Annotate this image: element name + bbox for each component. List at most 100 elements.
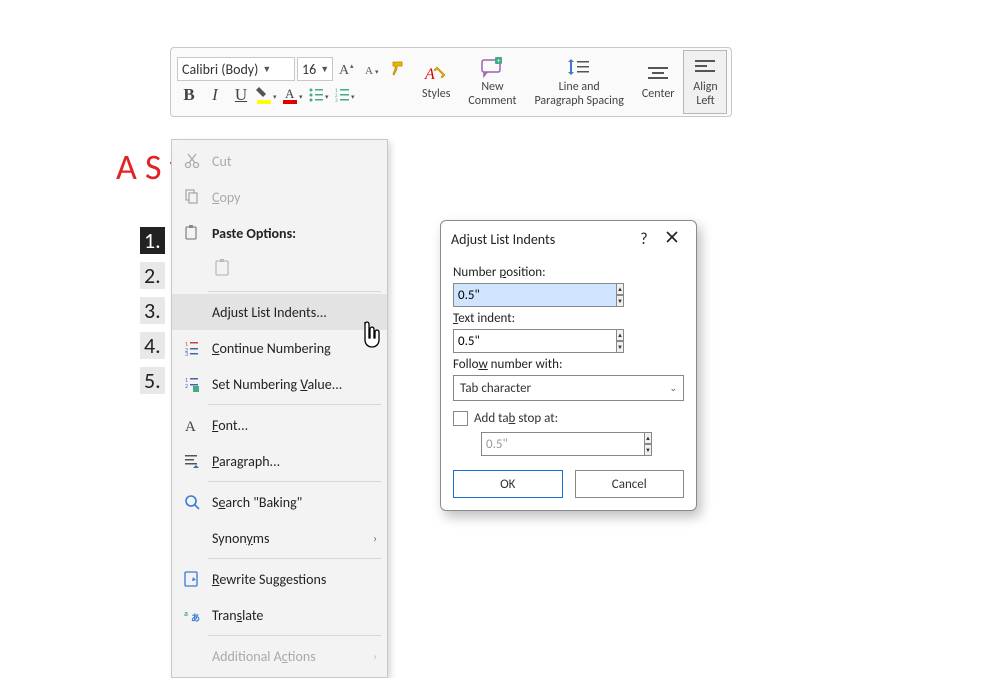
text-indent-label: Text indent: (453, 311, 684, 326)
svg-text:あ: あ (191, 613, 200, 624)
svg-text:A: A (285, 86, 295, 101)
ctx-search[interactable]: Search "Baking" (172, 484, 387, 520)
ctx-copy[interactable]: Copy (172, 179, 387, 215)
svg-text:a: a (184, 609, 188, 619)
italic-icon[interactable]: I (203, 83, 227, 107)
ctx-continue-label: Continue Numbering (212, 340, 331, 357)
context-menu: Cut Copy Paste Options: Adjust List Inde… (171, 139, 388, 678)
align-center-icon (645, 63, 671, 85)
numbering-icon[interactable]: 123▾ (333, 83, 357, 107)
add-tab-stop-checkbox[interactable]: Add tab stop at: (453, 411, 684, 426)
svg-text:▾: ▾ (375, 67, 379, 76)
follow-number-value: Tab character (460, 381, 531, 396)
new-comment-button[interactable]: + New Comment (459, 50, 525, 114)
cancel-button[interactable]: Cancel (575, 470, 685, 498)
bullets-icon[interactable]: ▾ (307, 83, 331, 107)
set-numbering-icon: 12 (178, 372, 206, 396)
ok-button[interactable]: OK (453, 470, 563, 498)
ctx-set-numbering[interactable]: 12 Set Numbering Value... (172, 366, 387, 402)
font-size-select[interactable]: 16 ▼ (297, 57, 333, 81)
format-painter-icon[interactable] (387, 57, 411, 81)
dialog-help-button[interactable]: ? (630, 230, 658, 249)
increase-font-icon[interactable]: A▴ (335, 57, 359, 81)
rewrite-icon (178, 567, 206, 591)
styles-icon: A (423, 63, 449, 85)
scissors-icon (178, 149, 206, 173)
chevron-right-icon: › (373, 650, 377, 663)
highlight-icon[interactable]: ▾ (255, 83, 279, 107)
translate-icon: aあ (178, 603, 206, 627)
ok-label: OK (500, 477, 515, 492)
chevron-down-icon: ⌄ (669, 383, 677, 394)
dialog-title: Adjust List Indents (451, 231, 555, 248)
ctx-rewrite-label: Rewrite Suggestions (212, 571, 326, 588)
font-name-select[interactable]: Calibri (Body) ▼ (177, 57, 295, 81)
bold-icon[interactable]: B (177, 83, 201, 107)
svg-text:▾: ▾ (351, 92, 355, 101)
comment-icon: + (479, 56, 505, 78)
styles-button[interactable]: A Styles (413, 50, 459, 114)
svg-text:▾: ▾ (299, 92, 303, 101)
numbered-list: 1. 2. 3. 4. 5. (140, 227, 165, 394)
decrease-font-icon[interactable]: A▾ (361, 57, 385, 81)
ctx-font[interactable]: A Font... (172, 407, 387, 443)
follow-number-label: Follow number with: (453, 357, 684, 372)
line-spacing-icon (566, 56, 592, 78)
ctx-copy-label: Copy (212, 189, 240, 206)
styles-label: Styles (422, 87, 450, 101)
center-label: Center (642, 87, 675, 101)
text-indent-spinner[interactable]: ▲ ▼ (453, 329, 575, 353)
ctx-paragraph[interactable]: Paragraph... (172, 443, 387, 479)
paste-option-keep[interactable] (208, 253, 238, 283)
continue-numbering-icon: 123 (178, 336, 206, 360)
number-position-spinner[interactable]: ▲ ▼ (453, 283, 575, 307)
ctx-adjust-indents[interactable]: Adjust List Indents... (172, 294, 387, 330)
align-left-label1: Align (693, 80, 717, 94)
number-position-input[interactable] (453, 283, 617, 307)
underline-icon[interactable]: U (229, 83, 253, 107)
ctx-synonyms[interactable]: Synonyms › (172, 520, 387, 556)
spin-up-icon[interactable]: ▲ (617, 329, 624, 341)
svg-text:3: 3 (185, 350, 188, 357)
follow-number-select[interactable]: Tab character ⌄ (453, 375, 684, 401)
mini-toolbar: Calibri (Body) ▼ 16 ▼ A▴ A▾ B I U ▾ (170, 47, 732, 117)
svg-text:3: 3 (335, 98, 338, 104)
list-number[interactable]: 1. (140, 227, 165, 254)
number-position-label: Number position: (453, 265, 684, 280)
ctx-translate[interactable]: aあ Translate (172, 597, 387, 633)
svg-text:▴: ▴ (350, 61, 354, 70)
chevron-right-icon: › (373, 532, 377, 545)
blank-icon (178, 526, 206, 550)
ctx-rewrite[interactable]: Rewrite Suggestions (172, 561, 387, 597)
spin-down-icon: ▼ (645, 444, 652, 456)
copy-icon (178, 185, 206, 209)
svg-text:2: 2 (185, 382, 188, 390)
ctx-adjust-label: Adjust List Indents... (212, 304, 327, 321)
dialog-close-button[interactable] (658, 230, 686, 249)
align-left-button[interactable]: Align Left (683, 50, 727, 114)
paragraph-icon (178, 449, 206, 473)
font-color-icon[interactable]: A▾ (281, 83, 305, 107)
checkbox-box (453, 411, 468, 426)
spin-down-icon[interactable]: ▼ (617, 295, 624, 307)
list-number[interactable]: 2. (140, 262, 165, 289)
chevron-down-icon: ▼ (262, 64, 271, 75)
line-spacing-label1: Line and (559, 80, 600, 94)
clipboard-icon (213, 258, 233, 278)
line-spacing-button[interactable]: Line and Paragraph Spacing (525, 50, 632, 114)
svg-text:▾: ▾ (273, 92, 277, 101)
spin-up-icon[interactable]: ▲ (617, 283, 624, 295)
ctx-paste-label: Paste Options: (212, 225, 296, 242)
list-number[interactable]: 5. (140, 367, 165, 394)
ctx-additional-actions[interactable]: Additional Actions › (172, 638, 387, 674)
ctx-setnum-label: Set Numbering Value... (212, 376, 342, 393)
center-button[interactable]: Center (633, 50, 684, 114)
list-number[interactable]: 4. (140, 332, 165, 359)
search-icon (178, 490, 206, 514)
tab-stop-input (481, 432, 645, 456)
ctx-cut[interactable]: Cut (172, 143, 387, 179)
list-number[interactable]: 3. (140, 297, 165, 324)
text-indent-input[interactable] (453, 329, 617, 353)
ctx-continue-numbering[interactable]: 123 Continue Numbering (172, 330, 387, 366)
spin-down-icon[interactable]: ▼ (617, 341, 624, 353)
